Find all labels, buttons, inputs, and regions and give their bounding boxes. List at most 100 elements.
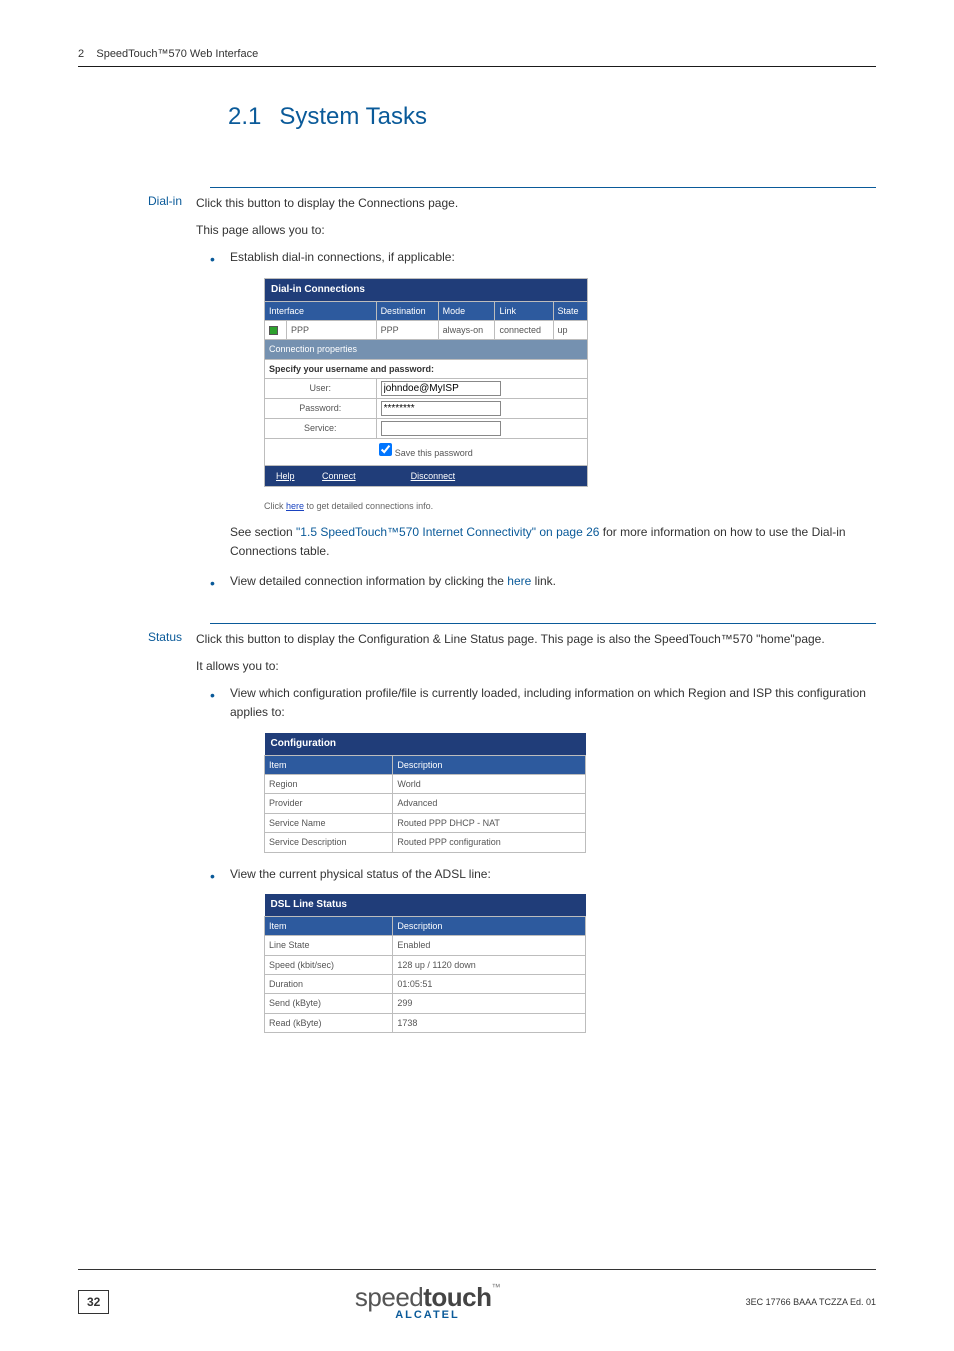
doc-code: 3EC 17766 BAAA TCZZA Ed. 01: [746, 1297, 876, 1307]
user-label: User:: [265, 379, 377, 399]
caption-prefix: Click: [264, 501, 286, 511]
dsl-title: DSL Line Status: [265, 894, 586, 917]
configuration-table: Configuration Item Description RegionWor…: [264, 733, 586, 853]
logo-sub: ALCATEL: [109, 1309, 745, 1321]
page-number: 32: [78, 1290, 109, 1314]
user-cell: [376, 379, 587, 399]
service-cell: [376, 419, 587, 439]
dsl-r4c0: Read (kByte): [265, 1013, 393, 1032]
dialin-connections-table: Dial-in Connections Interface Destinatio…: [264, 278, 588, 487]
config-th-item: Item: [265, 755, 393, 774]
page-footer: 32 speedtouch™ ALCATEL 3EC 17766 BAAA TC…: [78, 1269, 876, 1321]
service-input[interactable]: [381, 421, 501, 436]
dsl-r2c1: 01:05:51: [393, 974, 586, 993]
user-input[interactable]: [381, 381, 501, 396]
save-password-row: Save this password: [265, 439, 588, 465]
save-password-checkbox[interactable]: [379, 443, 392, 456]
header-divider: [78, 66, 876, 67]
dialin-allows: This page allows you to:: [196, 221, 876, 240]
dialin-bullet-1-text: Establish dial-in connections, if applic…: [230, 250, 455, 264]
specify-bar: Specify your username and password:: [265, 359, 588, 378]
dsl-r1c1: 128 up / 1120 down: [393, 955, 586, 974]
help-link[interactable]: Help: [276, 471, 295, 481]
dsl-r4c1: 1738: [393, 1013, 586, 1032]
status-dot-cell: [265, 320, 287, 339]
td-destination: PPP: [376, 320, 438, 339]
status-bullet-1-text: View which configuration profile/file is…: [230, 686, 866, 719]
status-intro: Click this button to display the Configu…: [196, 630, 876, 649]
td-state: up: [553, 320, 588, 339]
header-chapter-title: SpeedTouch™570 Web Interface: [96, 48, 258, 60]
dialin-caption: Click here to get detailed connections i…: [264, 499, 876, 513]
dsl-figure: DSL Line Status Item Description Line St…: [264, 894, 876, 1033]
connection-properties-bar: Connection properties: [265, 340, 588, 359]
dsl-r1c0: Speed (kbit/sec): [265, 955, 393, 974]
status-label: Status: [118, 630, 196, 1045]
td-mode: always-on: [438, 320, 495, 339]
connect-link[interactable]: Connect: [322, 471, 356, 481]
status-body: Click this button to display the Configu…: [196, 630, 876, 1045]
status-bullet-2-text: View the current physical status of the …: [230, 867, 491, 881]
dsl-r3c1: 299: [393, 994, 586, 1013]
td-interface: PPP: [287, 320, 377, 339]
password-input[interactable]: [381, 401, 501, 416]
dialin-bullet-1: Establish dial-in connections, if applic…: [196, 248, 876, 561]
dsl-th-desc: Description: [393, 916, 586, 935]
save-password-label: Save this password: [395, 448, 473, 458]
dialin-body: Click this button to display the Connect…: [196, 194, 876, 601]
bullet2-prefix: View detailed connection information by …: [230, 574, 507, 588]
config-r2c1: Routed PPP DHCP - NAT: [393, 813, 586, 832]
dialin-label: Dial-in: [118, 194, 196, 601]
see-section-para: See section "1.5 SpeedTouch™570 Internet…: [230, 523, 876, 561]
dialin-section: Dial-in Click this button to display the…: [210, 187, 876, 601]
config-r3c0: Service Description: [265, 833, 393, 852]
status-bullets: View which configuration profile/file is…: [196, 684, 876, 1033]
service-label: Service:: [265, 419, 377, 439]
see-link[interactable]: "1.5 SpeedTouch™570 Internet Connectivit…: [296, 525, 599, 539]
document-page: 2 SpeedTouch™570 Web Interface 2.1 Syste…: [0, 0, 954, 1045]
th-link: Link: [495, 301, 553, 320]
dsl-r3c0: Send (kByte): [265, 994, 393, 1013]
disconnect-link[interactable]: Disconnect: [411, 471, 456, 481]
caption-here-link[interactable]: here: [286, 501, 304, 511]
dsl-th-item: Item: [265, 916, 393, 935]
caption-suffix: to get detailed connections info.: [304, 501, 433, 511]
title-number: 2.1: [228, 103, 261, 131]
config-r1c1: Advanced: [393, 794, 586, 813]
th-destination: Destination: [376, 301, 438, 320]
dsl-r0c1: Enabled: [393, 936, 586, 955]
config-figure: Configuration Item Description RegionWor…: [264, 733, 876, 853]
dsl-status-table: DSL Line Status Item Description Line St…: [264, 894, 586, 1033]
config-th-desc: Description: [393, 755, 586, 774]
status-bullet-1: View which configuration profile/file is…: [196, 684, 876, 852]
dialin-bullet-2: View detailed connection information by …: [196, 572, 876, 591]
speedtouch-logo: speedtouch™ ALCATEL: [109, 1282, 745, 1321]
action-bar: Help Connect Disconnect: [265, 465, 588, 486]
password-label: Password:: [265, 399, 377, 419]
logo-bold: touch: [423, 1282, 491, 1312]
config-title: Configuration: [265, 733, 586, 756]
logo-light: speed: [355, 1282, 423, 1312]
bullet2-here-link[interactable]: here: [507, 574, 531, 588]
title-text: System Tasks: [279, 103, 427, 131]
dsl-r2c0: Duration: [265, 974, 393, 993]
th-interface: Interface: [265, 301, 377, 320]
status-indicator-icon: [269, 326, 278, 335]
dialin-bullets: Establish dial-in connections, if applic…: [196, 248, 876, 590]
th-mode: Mode: [438, 301, 495, 320]
dialin-intro: Click this button to display the Connect…: [196, 194, 876, 213]
status-bullet-2: View the current physical status of the …: [196, 865, 876, 1034]
config-r0c0: Region: [265, 775, 393, 794]
bullet2-suffix: link.: [531, 574, 556, 588]
logo-tm: ™: [492, 1282, 501, 1292]
password-cell: [376, 399, 587, 419]
dsl-r0c0: Line State: [265, 936, 393, 955]
dialin-figure: Dial-in Connections Interface Destinatio…: [264, 278, 876, 487]
status-section: Status Click this button to display the …: [210, 623, 876, 1045]
running-header: 2 SpeedTouch™570 Web Interface: [78, 48, 876, 60]
section-title: 2.1 System Tasks: [228, 103, 876, 131]
config-r3c1: Routed PPP configuration: [393, 833, 586, 852]
th-state: State: [553, 301, 588, 320]
config-r2c0: Service Name: [265, 813, 393, 832]
see-prefix: See section: [230, 525, 296, 539]
